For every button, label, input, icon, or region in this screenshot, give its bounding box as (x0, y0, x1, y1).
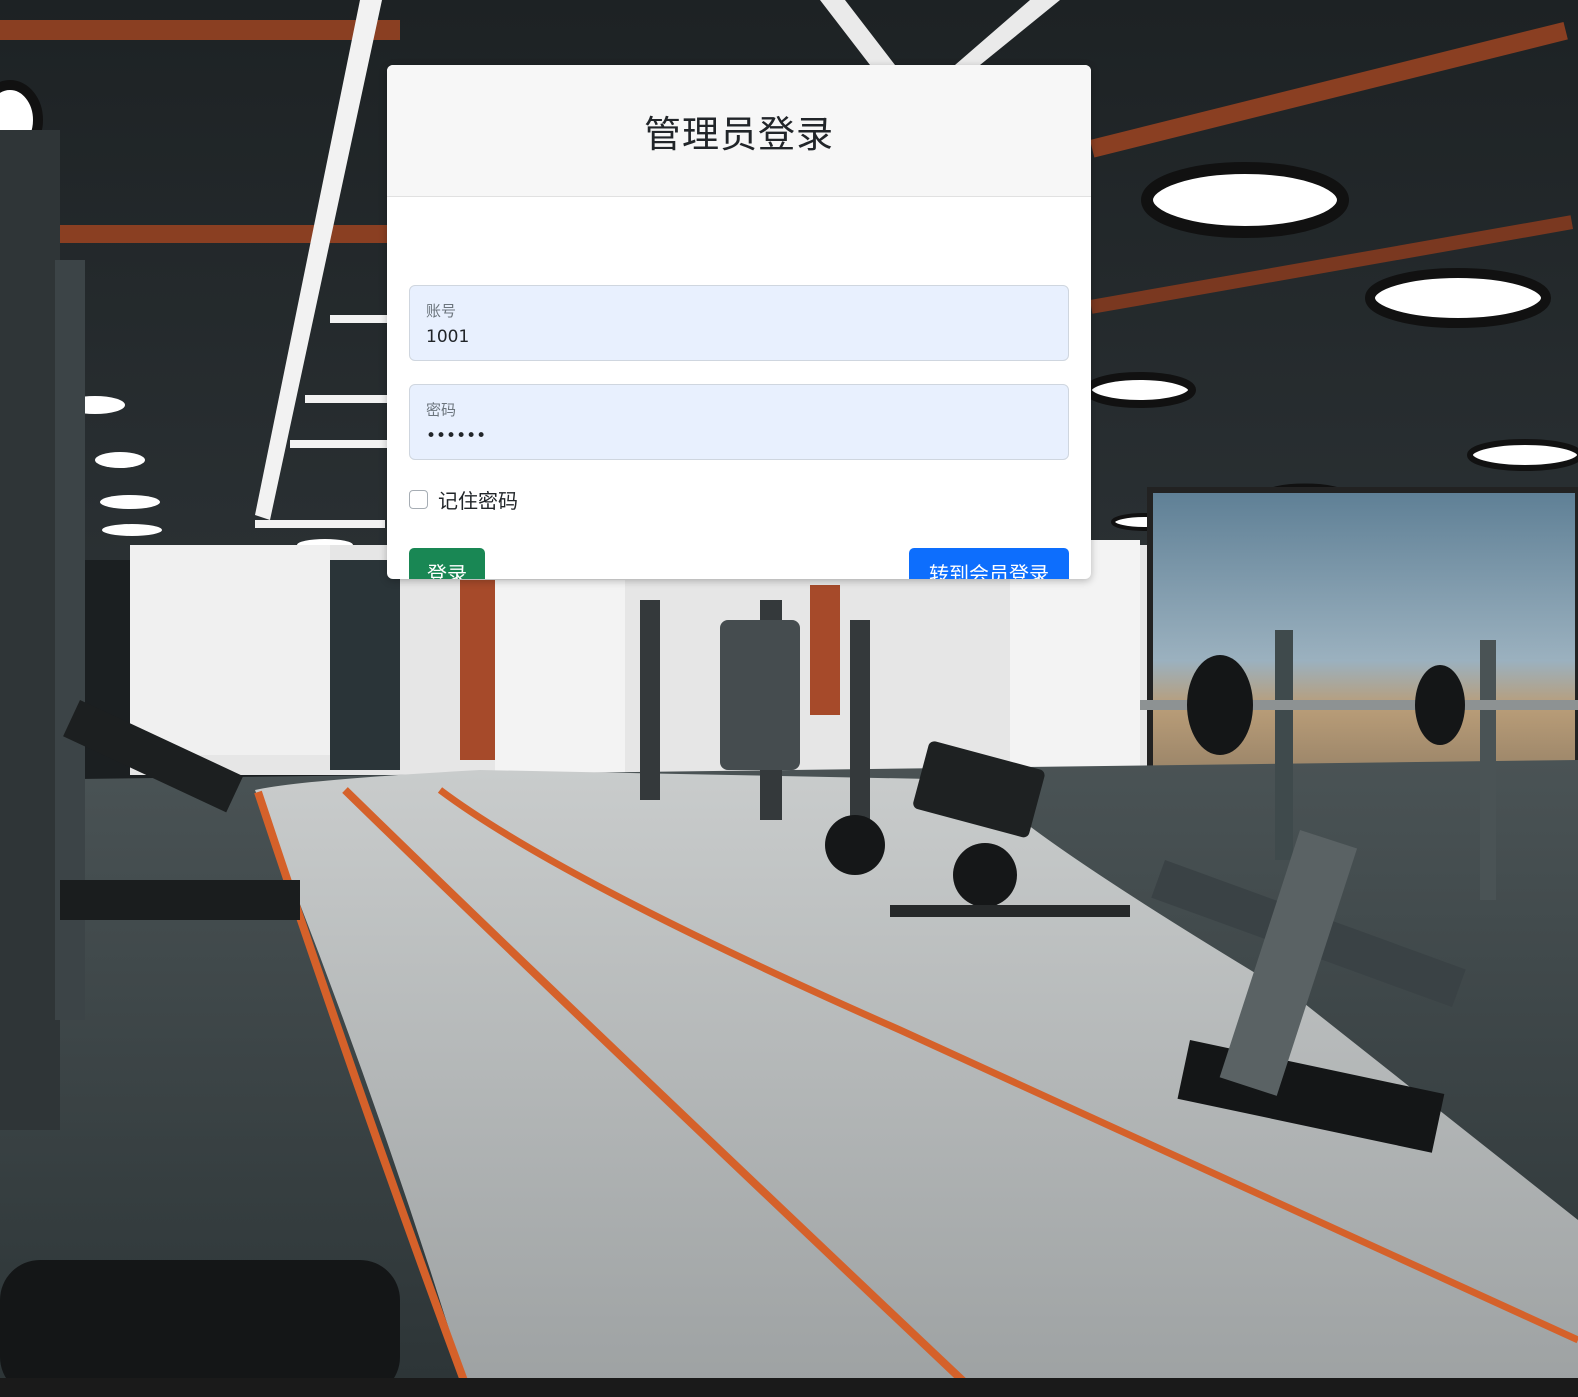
login-card-header: 管理员登录 (387, 65, 1091, 197)
login-button[interactable]: 登录 (409, 548, 485, 579)
account-field[interactable]: 账号 1001 (409, 285, 1069, 361)
login-card: 管理员登录 账号 1001 密码 •••••• 记住密码 登录 转到会员登录 (387, 65, 1091, 579)
member-login-button[interactable]: 转到会员登录 (909, 548, 1069, 579)
remember-password-label[interactable]: 记住密码 (438, 485, 518, 514)
account-input[interactable]: 1001 (426, 327, 1046, 347)
page-title: 管理员登录 (644, 112, 834, 156)
account-label: 账号 (426, 302, 457, 320)
password-field[interactable]: 密码 •••••• (409, 384, 1069, 460)
remember-password-checkbox[interactable] (409, 490, 428, 509)
password-label: 密码 (426, 401, 457, 419)
password-input[interactable]: •••••• (426, 426, 1046, 446)
remember-password[interactable]: 记住密码 (409, 485, 518, 514)
